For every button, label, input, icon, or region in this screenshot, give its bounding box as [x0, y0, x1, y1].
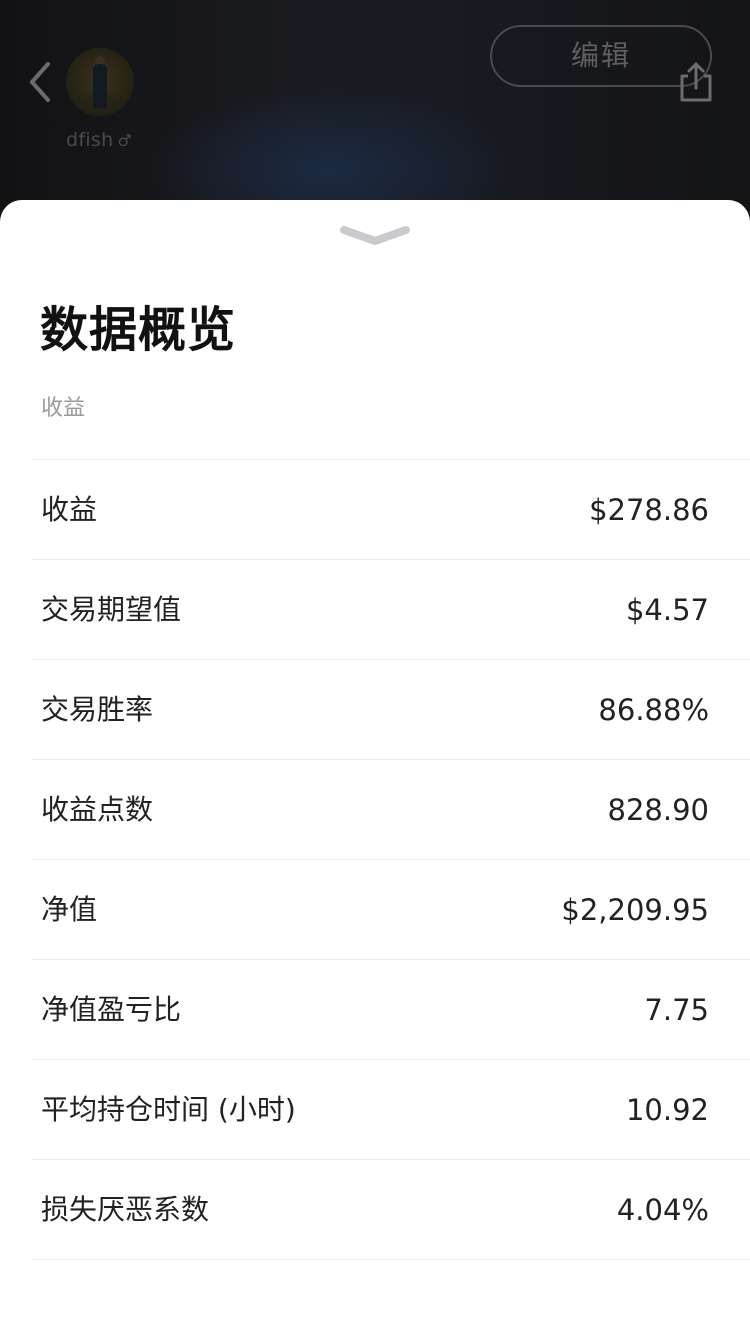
stat-label: 净值: [41, 893, 98, 926]
chevron-down-icon: [340, 226, 410, 245]
stat-row-loss-aversion: 损失厌恶系数 4.04%: [32, 1160, 750, 1260]
stat-label: 收益: [41, 493, 98, 526]
share-button[interactable]: [676, 60, 716, 104]
stat-label: 交易期望值: [41, 593, 182, 626]
stat-value: 4.04%: [616, 1193, 709, 1227]
avatar[interactable]: [66, 48, 134, 116]
username-row: dfish ♂: [66, 128, 132, 153]
stat-row-equity: 净值 $2,209.95: [32, 860, 750, 960]
username: dfish: [66, 129, 114, 151]
stat-value: 10.92: [625, 1093, 709, 1127]
stat-value: $2,209.95: [561, 893, 709, 927]
stat-row-points: 收益点数 828.90: [32, 760, 750, 860]
stat-row-win-rate: 交易胜率 86.88%: [32, 660, 750, 760]
share-icon: [680, 62, 712, 102]
stat-row-profit: 收益 $278.86: [32, 460, 750, 560]
stat-value: $278.86: [589, 493, 709, 527]
screen: dfish ♂ 编辑 数据概览 收益 收益 $278.86 交易期望值 $4.5…: [0, 0, 750, 1334]
page-title: 数据概览: [40, 302, 237, 358]
stat-value: 86.88%: [598, 693, 709, 727]
stat-row-equity-profit-loss-ratio: 净值盈亏比 7.75: [32, 960, 750, 1060]
stat-label: 交易胜率: [41, 693, 154, 726]
stat-label: 平均持仓时间 (小时): [41, 1093, 296, 1126]
stat-row-expectancy: 交易期望值 $4.57: [32, 560, 750, 660]
chevron-left-icon: [30, 62, 50, 102]
avatar-photo-figure: [93, 64, 107, 108]
stat-label: 净值盈亏比: [41, 993, 182, 1026]
stat-row-avg-holding-time: 平均持仓时间 (小时) 10.92: [32, 1060, 750, 1160]
section-label: 收益: [41, 396, 86, 421]
back-button[interactable]: [22, 56, 62, 108]
stat-value: 7.75: [644, 993, 709, 1027]
data-overview-sheet: 数据概览 收益 收益 $278.86 交易期望值 $4.57 交易胜率 86.8…: [0, 200, 750, 1334]
stat-label: 损失厌恶系数: [41, 1193, 210, 1226]
male-icon: ♂: [117, 131, 133, 150]
stat-value: $4.57: [625, 593, 709, 627]
stats-list: 收益 $278.86 交易期望值 $4.57 交易胜率 86.88% 收益点数 …: [32, 459, 750, 1260]
stat-value: 828.90: [607, 793, 709, 827]
collapse-handle[interactable]: [338, 224, 412, 248]
stat-label: 收益点数: [41, 793, 154, 826]
